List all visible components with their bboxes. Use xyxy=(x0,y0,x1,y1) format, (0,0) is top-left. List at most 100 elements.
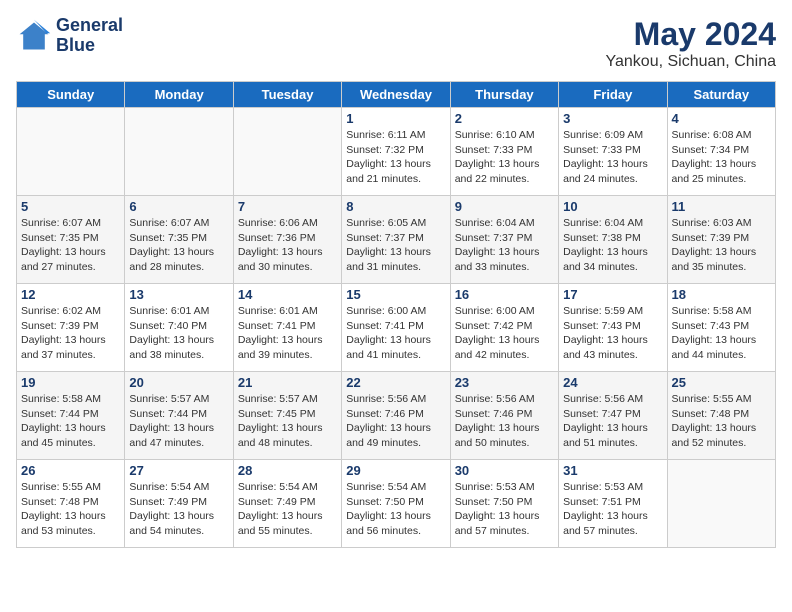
day-info: Sunrise: 5:58 AMSunset: 7:44 PMDaylight:… xyxy=(21,392,120,451)
weekday-header-saturday: Saturday xyxy=(667,82,775,108)
daylight: Daylight: 13 hours and 30 minutes. xyxy=(238,246,323,273)
daylight: Daylight: 13 hours and 28 minutes. xyxy=(129,246,214,273)
calendar-header: SundayMondayTuesdayWednesdayThursdayFrid… xyxy=(17,82,776,108)
day-number: 22 xyxy=(346,375,445,390)
day-info: Sunrise: 6:04 AMSunset: 7:38 PMDaylight:… xyxy=(563,216,662,275)
calendar-cell: 23Sunrise: 5:56 AMSunset: 7:46 PMDayligh… xyxy=(450,372,558,460)
sunset: Sunset: 7:48 PM xyxy=(21,496,99,508)
calendar-cell: 16 Sunrise: 6:00 AMSunset: 7:42 PMDayligh… xyxy=(450,284,558,372)
day-info: Sunrise: 6:06 AMSunset: 7:36 PMDaylight:… xyxy=(238,216,337,275)
daylight: Daylight: 13 hours and 22 minutes. xyxy=(455,158,540,185)
title-block: May 2024 Yankou, Sichuan, China xyxy=(606,16,776,71)
sunset: Sunset: 7:43 PM xyxy=(672,320,750,332)
sunset: Sunset: 7:37 PM xyxy=(346,232,424,244)
day-number: 8 xyxy=(346,199,445,214)
calendar-week-4: 19 Sunrise: 5:58 AMSunset: 7:44 PMDayligh… xyxy=(17,372,776,460)
day-number: 16 xyxy=(455,287,554,302)
sunrise: Sunrise: 6:09 AM xyxy=(563,129,643,141)
daylight: Daylight: 13 hours and 24 minutes. xyxy=(563,158,648,185)
day-number: 9 xyxy=(455,199,554,214)
day-info: Sunrise: 5:59 AMSunset: 7:43 PMDaylight:… xyxy=(563,304,662,363)
calendar-cell: 28Sunrise: 5:54 AMSunset: 7:49 PMDayligh… xyxy=(233,460,341,548)
sunset: Sunset: 7:39 PM xyxy=(21,320,99,332)
calendar-cell: 10 Sunrise: 6:04 AMSunset: 7:38 PMDayligh… xyxy=(559,196,667,284)
day-info: Sunrise: 5:56 AMSunset: 7:46 PMDaylight:… xyxy=(346,392,445,451)
day-info: Sunrise: 6:01 AMSunset: 7:41 PMDaylight:… xyxy=(238,304,337,363)
day-number: 4 xyxy=(672,111,771,126)
daylight: Daylight: 13 hours and 57 minutes. xyxy=(455,510,540,537)
calendar-cell: 3Sunrise: 6:09 AMSunset: 7:33 PMDaylight… xyxy=(559,108,667,196)
sunset: Sunset: 7:41 PM xyxy=(238,320,316,332)
sunset: Sunset: 7:35 PM xyxy=(21,232,99,244)
sunset: Sunset: 7:33 PM xyxy=(563,144,641,156)
day-info: Sunrise: 6:11 AM Sunset: 7:32 PM Daylight:… xyxy=(346,128,445,187)
daylight: Daylight: 13 hours and 21 minutes. xyxy=(346,158,431,185)
weekday-header-sunday: Sunday xyxy=(17,82,125,108)
day-number: 13 xyxy=(129,287,228,302)
calendar-cell xyxy=(667,460,775,548)
sunrise: Sunrise: 5:53 AM xyxy=(563,481,643,493)
daylight: Daylight: 13 hours and 55 minutes. xyxy=(238,510,323,537)
calendar-cell: 15 Sunrise: 6:00 AMSunset: 7:41 PMDayligh… xyxy=(342,284,450,372)
sunrise: Sunrise: 6:04 AM xyxy=(455,217,535,229)
day-info: Sunrise: 6:00 AMSunset: 7:42 PMDaylight:… xyxy=(455,304,554,363)
calendar-cell: 25Sunrise: 5:55 AMSunset: 7:48 PMDayligh… xyxy=(667,372,775,460)
sunrise: Sunrise: 5:56 AM xyxy=(563,393,643,405)
day-number: 19 xyxy=(21,375,120,390)
daylight: Daylight: 13 hours and 35 minutes. xyxy=(672,246,757,273)
calendar-cell: 5Sunrise: 6:07 AMSunset: 7:35 PMDaylight… xyxy=(17,196,125,284)
day-info: Sunrise: 5:58 AMSunset: 7:43 PMDaylight:… xyxy=(672,304,771,363)
day-number: 12 xyxy=(21,287,120,302)
calendar-cell: 21Sunrise: 5:57 AMSunset: 7:45 PMDayligh… xyxy=(233,372,341,460)
day-info: Sunrise: 6:10 AMSunset: 7:33 PMDaylight:… xyxy=(455,128,554,187)
logo-line2: Blue xyxy=(56,36,123,56)
day-info: Sunrise: 5:57 AMSunset: 7:45 PMDaylight:… xyxy=(238,392,337,451)
sunrise: Sunrise: 6:11 AM xyxy=(346,129,425,141)
sunrise: Sunrise: 6:01 AM xyxy=(238,305,318,317)
sunset: Sunset: 7:49 PM xyxy=(238,496,316,508)
day-info: Sunrise: 6:04 AMSunset: 7:37 PMDaylight:… xyxy=(455,216,554,275)
sunrise: Sunrise: 5:55 AM xyxy=(21,481,101,493)
day-info: Sunrise: 6:00 AMSunset: 7:41 PMDaylight:… xyxy=(346,304,445,363)
calendar-cell: 9 Sunrise: 6:04 AMSunset: 7:37 PMDaylight… xyxy=(450,196,558,284)
day-number: 5 xyxy=(21,199,120,214)
calendar-cell: 6Sunrise: 6:07 AMSunset: 7:35 PMDaylight… xyxy=(125,196,233,284)
daylight: Daylight: 13 hours and 57 minutes. xyxy=(563,510,648,537)
sunset: Sunset: 7:32 PM xyxy=(346,144,424,156)
calendar-week-2: 5 Sunrise: 6:07 AMSunset: 7:35 PMDaylight… xyxy=(17,196,776,284)
sunset: Sunset: 7:39 PM xyxy=(672,232,750,244)
sunrise: Sunrise: 6:02 AM xyxy=(21,305,101,317)
daylight: Daylight: 13 hours and 25 minutes. xyxy=(672,158,757,185)
sunset: Sunset: 7:46 PM xyxy=(455,408,533,420)
day-number: 26 xyxy=(21,463,120,478)
calendar-cell: 18Sunrise: 5:58 AMSunset: 7:43 PMDayligh… xyxy=(667,284,775,372)
calendar-body: 1Sunrise: 6:11 AMSunset: 7:32 PMDaylight… xyxy=(17,108,776,548)
day-number: 10 xyxy=(563,199,662,214)
sunrise: Sunrise: 6:00 AM xyxy=(346,305,426,317)
sunset: Sunset: 7:51 PM xyxy=(563,496,641,508)
day-number: 27 xyxy=(129,463,228,478)
calendar-cell xyxy=(125,108,233,196)
daylight: Daylight: 13 hours and 41 minutes. xyxy=(346,334,431,361)
weekday-header-thursday: Thursday xyxy=(450,82,558,108)
calendar-week-1: 1Sunrise: 6:11 AMSunset: 7:32 PMDaylight… xyxy=(17,108,776,196)
daylight: Daylight: 13 hours and 27 minutes. xyxy=(21,246,106,273)
sunset: Sunset: 7:44 PM xyxy=(129,408,207,420)
page-subtitle: Yankou, Sichuan, China xyxy=(606,53,776,71)
sunrise: Sunrise: 5:59 AM xyxy=(563,305,643,317)
day-number: 7 xyxy=(238,199,337,214)
sunrise: Sunrise: 6:10 AM xyxy=(455,129,535,141)
sunrise: Sunrise: 5:54 AM xyxy=(129,481,209,493)
sunset: Sunset: 7:42 PM xyxy=(455,320,533,332)
weekday-header-row: SundayMondayTuesdayWednesdayThursdayFrid… xyxy=(17,82,776,108)
day-number: 20 xyxy=(129,375,228,390)
day-info: Sunrise: 5:54 AMSunset: 7:49 PMDaylight:… xyxy=(129,480,228,539)
day-number: 15 xyxy=(346,287,445,302)
day-info: Sunrise: 6:07 AMSunset: 7:35 PMDaylight:… xyxy=(129,216,228,275)
day-number: 25 xyxy=(672,375,771,390)
sunrise: Sunrise: 5:54 AM xyxy=(238,481,318,493)
calendar-cell: 31Sunrise: 5:53 AMSunset: 7:51 PMDayligh… xyxy=(559,460,667,548)
day-info: Sunrise: 5:53 AMSunset: 7:50 PMDaylight:… xyxy=(455,480,554,539)
calendar-cell: 2Sunrise: 6:10 AMSunset: 7:33 PMDaylight… xyxy=(450,108,558,196)
calendar-cell: 24Sunrise: 5:56 AMSunset: 7:47 PMDayligh… xyxy=(559,372,667,460)
